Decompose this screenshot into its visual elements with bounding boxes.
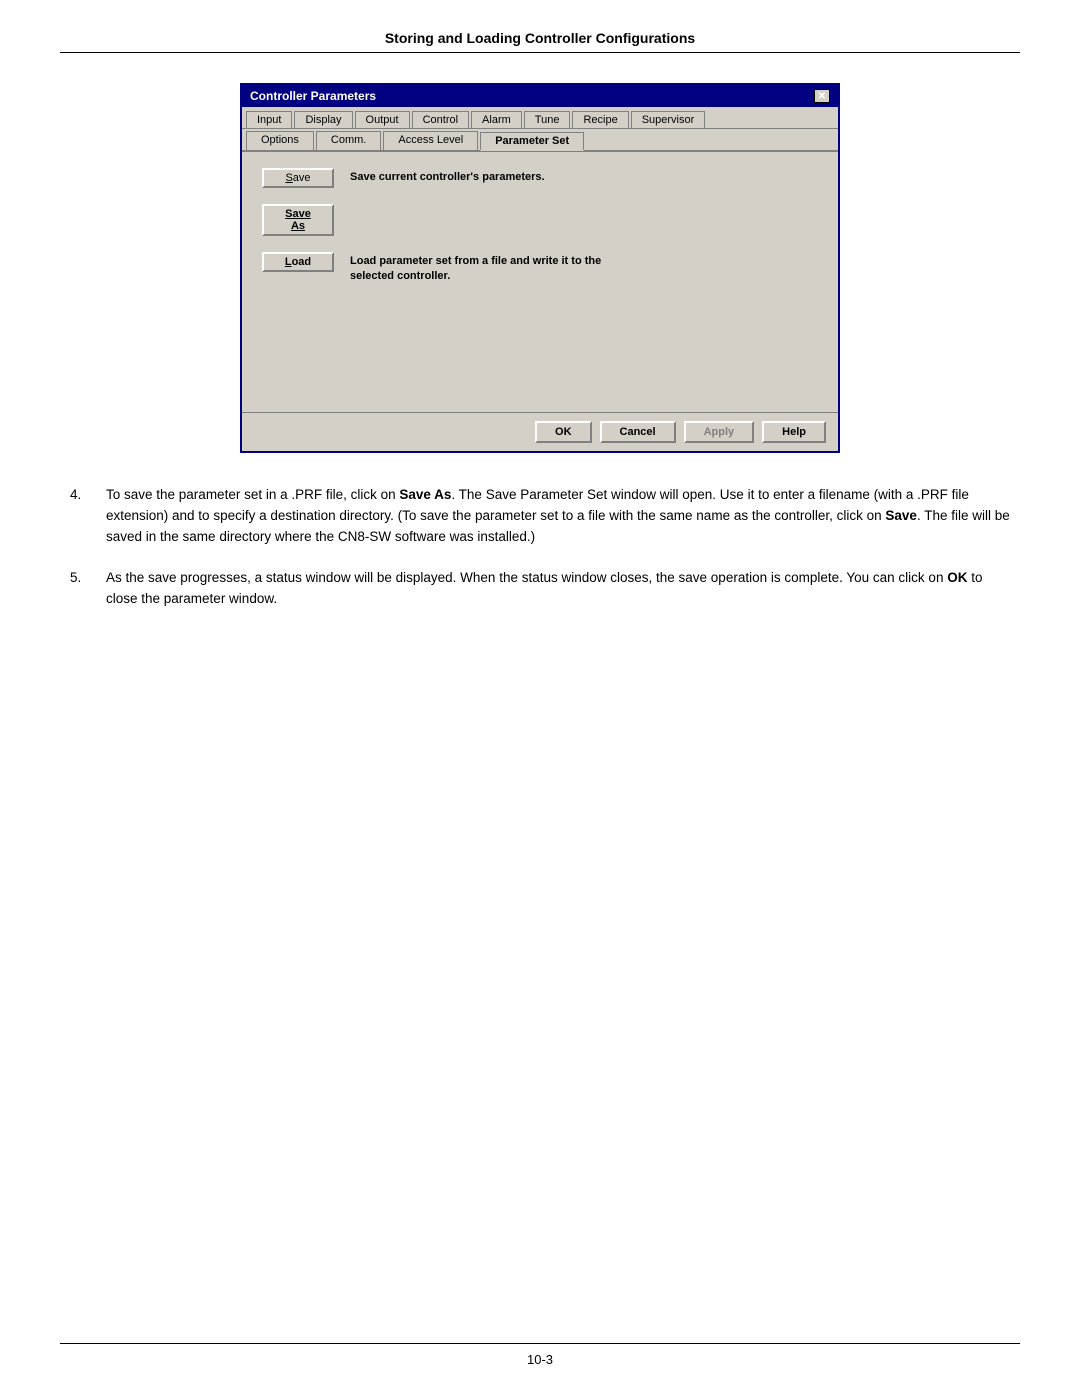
- apply-button[interactable]: Apply: [684, 421, 755, 443]
- dialog-wrapper: Controller Parameters ✕ Input Display Ou…: [60, 83, 1020, 453]
- save-description: Save current controller's parameters.: [350, 168, 545, 185]
- dialog-bottom-bar: OK Cancel Apply Help: [242, 412, 838, 451]
- tab-supervisor[interactable]: Supervisor: [631, 111, 706, 128]
- body-item-4: 4. To save the parameter set in a .PRF f…: [70, 485, 1010, 548]
- tab-alarm[interactable]: Alarm: [471, 111, 522, 128]
- page-footer: 10-3: [60, 1343, 1020, 1367]
- load-description: Load parameter set from a file and write…: [350, 252, 601, 285]
- tab-input[interactable]: Input: [246, 111, 292, 128]
- item-number-4: 4.: [70, 485, 94, 548]
- tab-parameter-set[interactable]: Parameter Set: [480, 132, 584, 151]
- item-text-4: To save the parameter set in a .PRF file…: [106, 485, 1010, 548]
- page-title: Storing and Loading Controller Configura…: [385, 30, 695, 46]
- dialog-close-button[interactable]: ✕: [814, 89, 830, 103]
- page-title-bar: Storing and Loading Controller Configura…: [60, 30, 1020, 53]
- help-button[interactable]: Help: [762, 421, 826, 443]
- body-text-section: 4. To save the parameter set in a .PRF f…: [60, 485, 1020, 610]
- body-item-5: 5. As the save progresses, a status wind…: [70, 568, 1010, 610]
- ok-button[interactable]: OK: [535, 421, 592, 443]
- tab-comm[interactable]: Comm.: [316, 131, 381, 150]
- saveas-button[interactable]: Save As: [262, 204, 334, 236]
- save-button[interactable]: Save: [262, 168, 334, 188]
- saveas-row: Save As: [262, 204, 818, 240]
- cancel-button[interactable]: Cancel: [600, 421, 676, 443]
- item-number-5: 5.: [70, 568, 94, 610]
- controller-parameters-dialog: Controller Parameters ✕ Input Display Ou…: [240, 83, 840, 453]
- dialog-title: Controller Parameters: [250, 89, 376, 103]
- tab-recipe[interactable]: Recipe: [572, 111, 628, 128]
- dialog-content: Save Save current controller's parameter…: [242, 152, 838, 412]
- dialog-titlebar: Controller Parameters ✕: [242, 85, 838, 107]
- page-number: 10-3: [527, 1352, 553, 1367]
- tab-options[interactable]: Options: [246, 131, 314, 150]
- tabs-row1: Input Display Output Control Alarm Tune …: [242, 107, 838, 129]
- tab-tune[interactable]: Tune: [524, 111, 571, 128]
- load-button[interactable]: Load: [262, 252, 334, 272]
- tab-display[interactable]: Display: [294, 111, 352, 128]
- tab-access-level[interactable]: Access Level: [383, 131, 478, 150]
- save-row: Save Save current controller's parameter…: [262, 168, 818, 192]
- tab-control[interactable]: Control: [412, 111, 469, 128]
- page-container: Storing and Loading Controller Configura…: [0, 0, 1080, 1397]
- item-text-5: As the save progresses, a status window …: [106, 568, 1010, 610]
- tab-output[interactable]: Output: [355, 111, 410, 128]
- load-row: Load Load parameter set from a file and …: [262, 252, 818, 285]
- tabs-row2: Options Comm. Access Level Parameter Set: [242, 129, 838, 152]
